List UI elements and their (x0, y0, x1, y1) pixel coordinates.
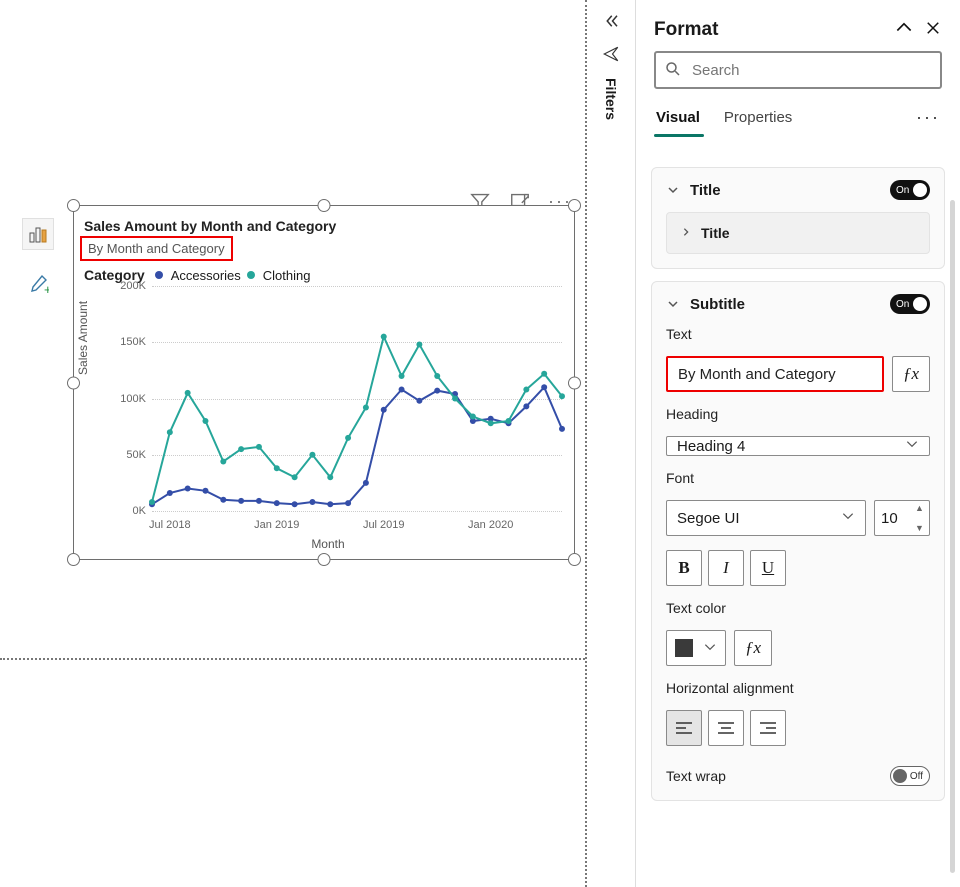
filters-pin-icon[interactable] (602, 45, 620, 66)
visual-types-button[interactable] (22, 218, 54, 250)
section-subtitle-header[interactable]: Subtitle On (652, 282, 944, 326)
section-subtitle-label: Subtitle (690, 296, 880, 313)
chart-visual[interactable]: Sales Amount by Month and Category By Mo… (73, 205, 575, 560)
collapse-pane-icon[interactable] (894, 18, 914, 41)
subtitle-text-input[interactable]: By Month and Category (666, 356, 884, 392)
x-tick-label: Jul 2018 (149, 519, 191, 531)
bold-button[interactable]: B (666, 550, 702, 586)
subtitle-text-label: Text (666, 326, 930, 342)
tab-properties[interactable]: Properties (722, 99, 794, 136)
y-tick-label: 50K (110, 449, 146, 461)
format-visual-button[interactable]: + (22, 268, 54, 300)
chevron-down-icon (666, 184, 680, 196)
chart-subtitle: By Month and Category (80, 236, 233, 261)
x-tick-label: Jan 2020 (468, 519, 513, 531)
subtitle-heading-label: Heading (666, 406, 930, 422)
text-color-picker[interactable] (666, 630, 726, 666)
close-pane-icon[interactable] (924, 19, 942, 40)
color-swatch (675, 639, 693, 657)
tabs-more-icon[interactable]: ··· (916, 107, 940, 128)
subtitle-font-size-input[interactable]: 10 ▲▼ (874, 500, 930, 536)
resize-handle[interactable] (568, 199, 581, 212)
search-input[interactable] (690, 61, 932, 80)
chevron-down-icon (841, 509, 855, 527)
chevron-down-icon (905, 437, 919, 455)
section-title-header[interactable]: Title On (652, 168, 944, 212)
chevron-right-icon (681, 225, 691, 241)
title-subsection[interactable]: Title (666, 212, 930, 254)
report-canvas[interactable]: + ··· Sales Amount by Month and Category… (0, 0, 585, 887)
align-left-button[interactable] (666, 710, 702, 746)
align-right-button[interactable] (750, 710, 786, 746)
y-tick-label: 200K (110, 280, 146, 292)
subtitle-heading-select[interactable]: Heading 4 (666, 436, 930, 456)
resize-handle[interactable] (67, 376, 80, 389)
title-toggle[interactable]: On (890, 180, 930, 200)
filters-collapsed-pane[interactable]: Filters (585, 0, 635, 887)
underline-button[interactable]: U (750, 550, 786, 586)
text-color-label: Text color (666, 600, 930, 616)
format-pane: Format Visual Properties ··· Title On (635, 0, 960, 887)
section-title: Title On Title (651, 167, 945, 269)
subtitle-toggle[interactable]: On (890, 294, 930, 314)
x-tick-label: Jul 2019 (363, 519, 405, 531)
resize-handle[interactable] (318, 553, 331, 566)
y-axis-title: Sales Amount (76, 301, 90, 375)
pane-scrollbar[interactable] (950, 200, 955, 873)
resize-handle[interactable] (568, 376, 581, 389)
text-wrap-label: Text wrap (666, 768, 880, 784)
search-box[interactable] (654, 51, 942, 89)
resize-handle[interactable] (318, 199, 331, 212)
subtitle-text-fx-button[interactable]: ƒx (892, 356, 930, 392)
resize-handle[interactable] (568, 553, 581, 566)
tab-visual[interactable]: Visual (654, 99, 702, 136)
title-subsection-label: Title (701, 225, 730, 241)
halign-label: Horizontal alignment (666, 680, 930, 696)
resize-handle[interactable] (67, 199, 80, 212)
legend-item-label: Accessories (171, 268, 241, 283)
legend-marker-clothing (247, 271, 255, 279)
x-axis-ticks: Jul 2018 Jan 2019 Jul 2019 Jan 2020 (152, 519, 562, 533)
y-tick-label: 0K (110, 505, 146, 517)
text-wrap-toggle[interactable]: Off (890, 766, 930, 786)
align-center-button[interactable] (708, 710, 744, 746)
subtitle-font-label: Font (666, 470, 930, 486)
chevron-down-icon (666, 298, 680, 310)
pane-title: Format (654, 19, 884, 41)
search-icon (664, 60, 682, 81)
visual-side-toolbar: + (22, 218, 54, 318)
expand-filters-icon[interactable] (600, 12, 622, 33)
section-title-label: Title (690, 182, 880, 199)
text-color-fx-button[interactable]: ƒx (734, 630, 772, 666)
y-tick-label: 150K (110, 336, 146, 348)
y-tick-label: 100K (110, 393, 146, 405)
filters-label[interactable]: Filters (603, 78, 619, 120)
legend-item-label: Clothing (263, 268, 311, 283)
legend-marker-accessories (155, 271, 163, 279)
x-axis-title: Month (90, 537, 566, 551)
svg-text:+: + (44, 282, 49, 295)
italic-button[interactable]: I (708, 550, 744, 586)
subtitle-font-family-select[interactable]: Segoe UI (666, 500, 866, 536)
section-subtitle: Subtitle On Text By Month and Category ƒ… (651, 281, 945, 801)
spinner-icon[interactable]: ▲▼ (915, 503, 927, 533)
chevron-down-icon (703, 640, 717, 657)
plot-area: 0K50K100K150K200K (152, 286, 562, 511)
chart-legend: Category Accessories Clothing (74, 261, 574, 283)
resize-handle[interactable] (67, 553, 80, 566)
x-tick-label: Jan 2019 (254, 519, 299, 531)
